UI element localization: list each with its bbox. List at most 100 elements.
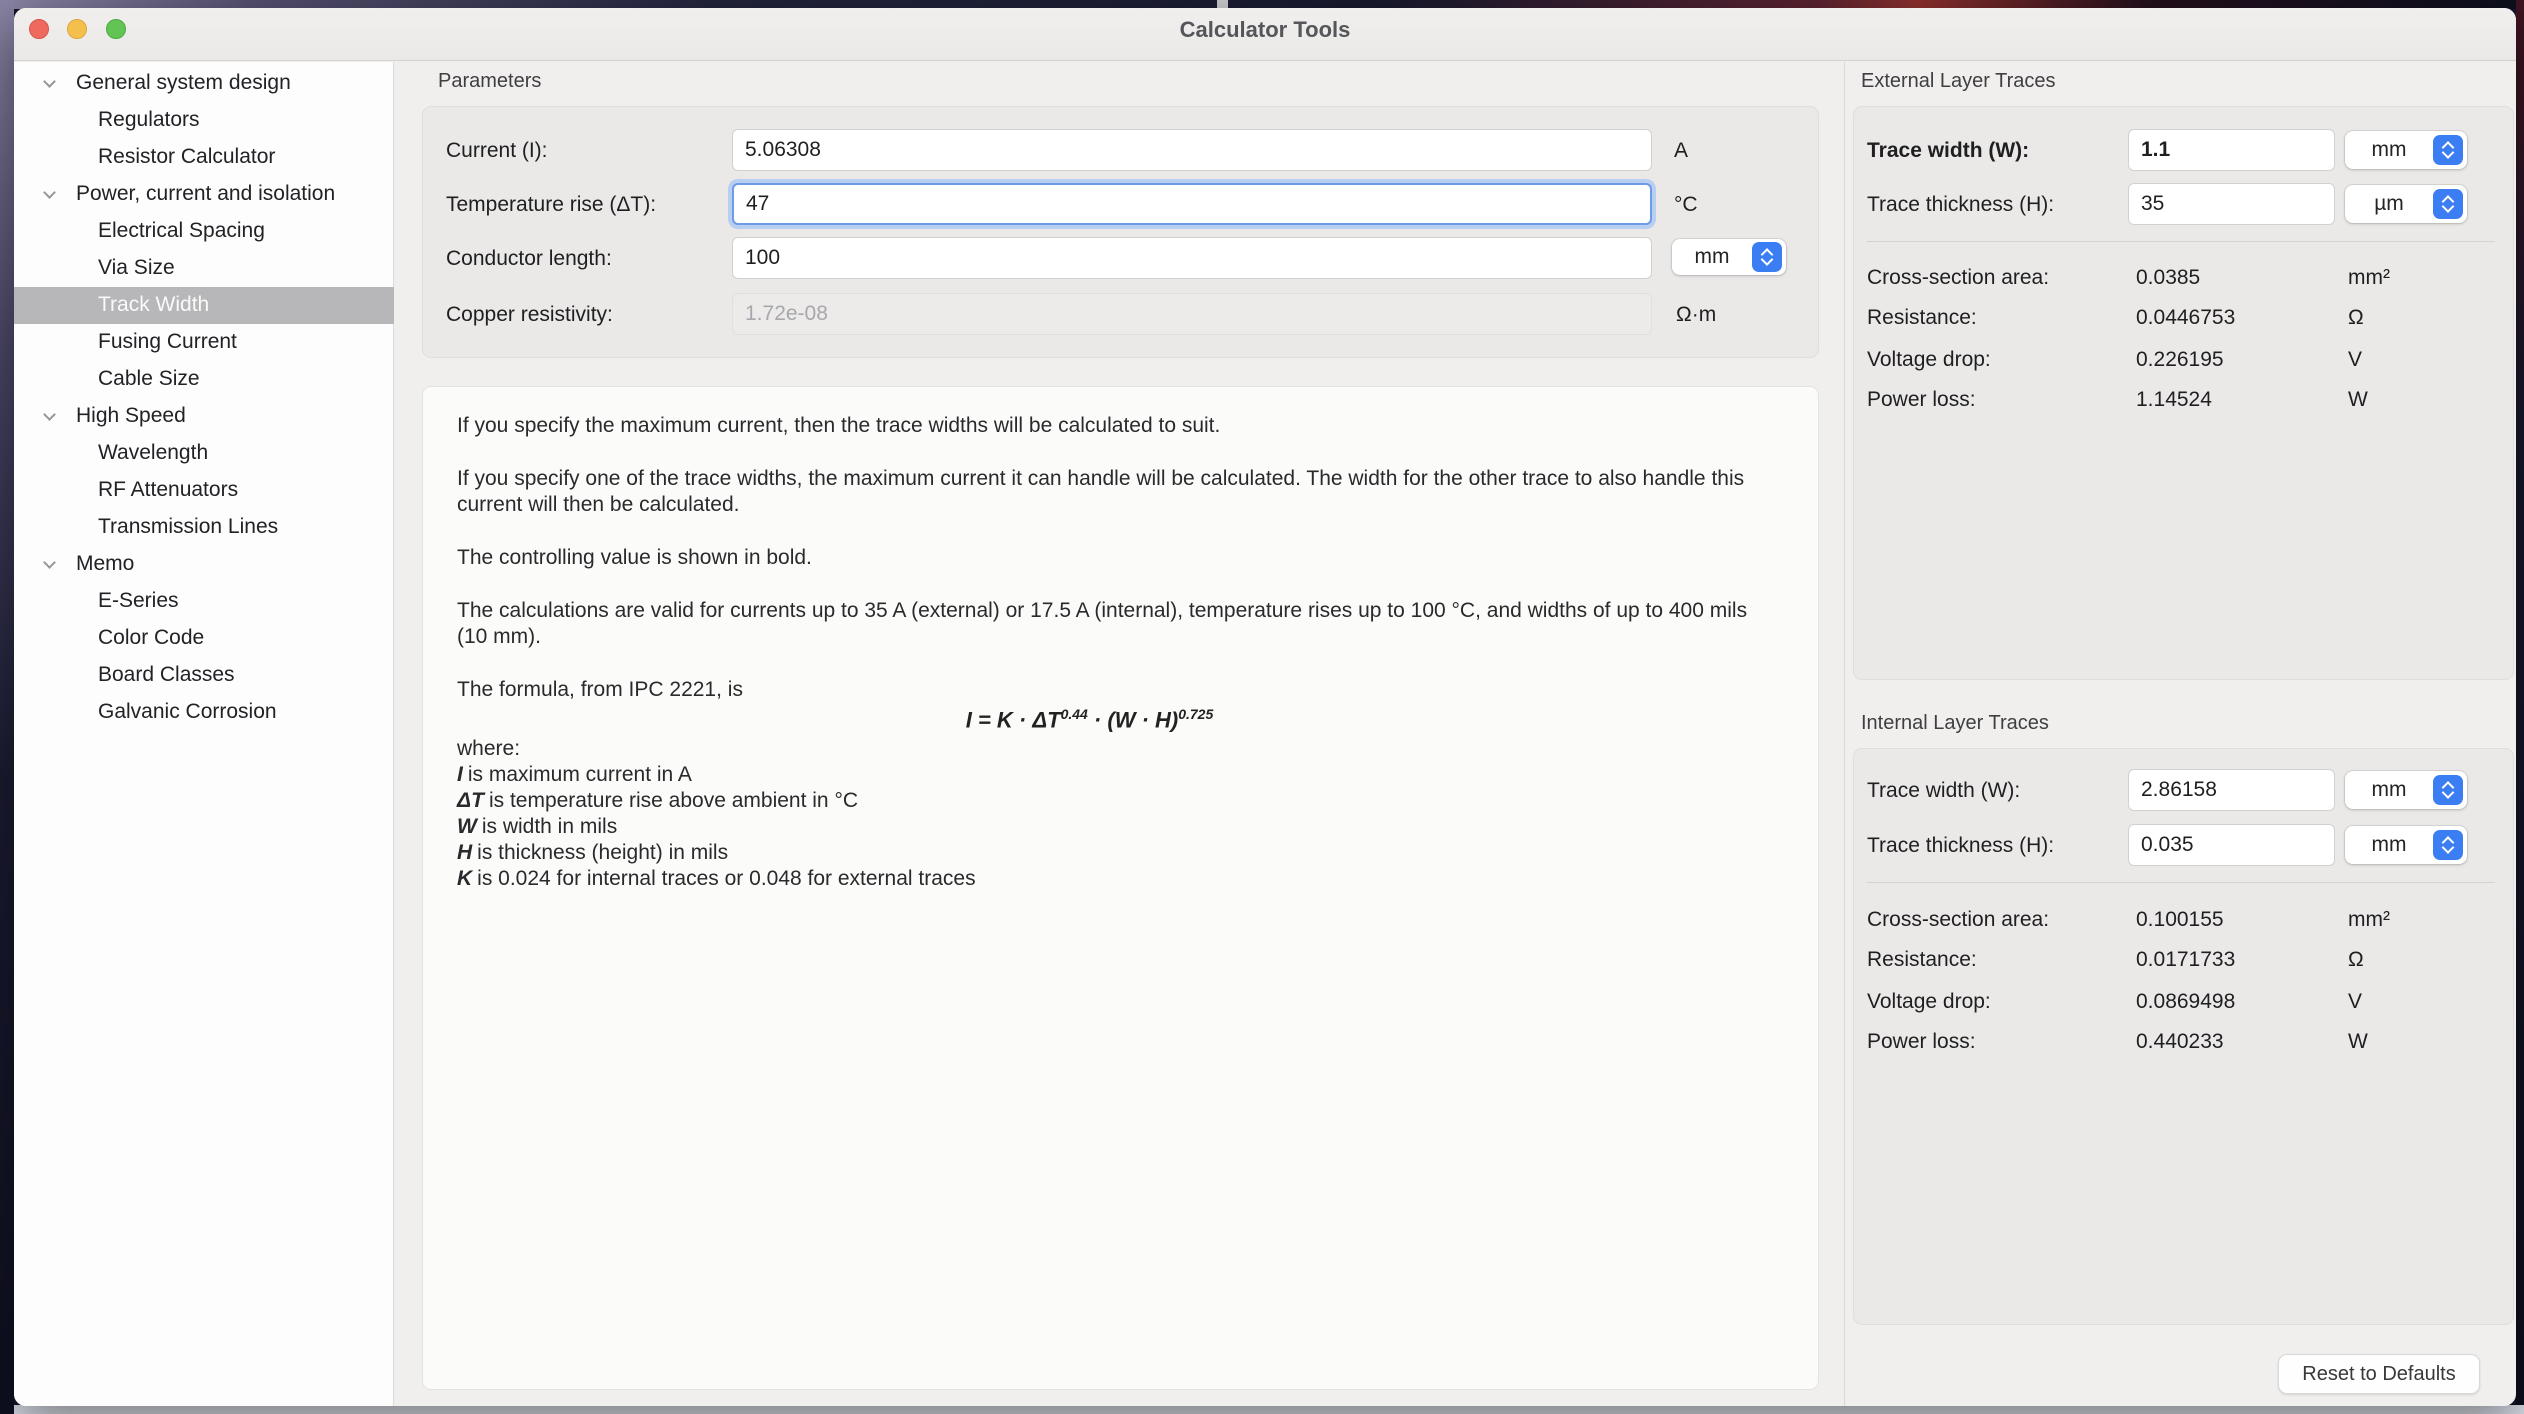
chevron-down-icon[interactable]: [43, 75, 56, 88]
external-trace-thickness-label: Trace thickness (H):: [1867, 193, 2054, 217]
conductor-length-input[interactable]: [732, 237, 1652, 279]
sidebar-item-color-code[interactable]: Color Code: [14, 620, 394, 657]
where-term-i: Iis maximum current in A: [457, 762, 1782, 788]
external-power-loss-label: Power loss:: [1867, 388, 1976, 412]
internal-trace-width-unit-select[interactable]: mm: [2345, 771, 2467, 809]
chevron-down-icon[interactable]: [43, 556, 56, 569]
where-term-h: His thickness (height) in mils: [457, 840, 1782, 866]
help-paragraph: The controlling value is shown in bold.: [457, 545, 1782, 571]
external-resistance-value: 0.0446753: [2136, 306, 2235, 330]
external-cross-section-value: 0.0385: [2136, 266, 2200, 290]
external-trace-width-input[interactable]: [2128, 129, 2335, 171]
formula-intro: The formula, from IPC 2221, is: [457, 677, 1782, 703]
divider: [1867, 882, 2495, 883]
sidebar-item-galvanic-corrosion[interactable]: Galvanic Corrosion: [14, 694, 394, 731]
internal-voltage-drop-value: 0.0869498: [2136, 990, 2235, 1014]
internal-cross-section-label: Cross-section area:: [1867, 908, 2049, 932]
temperature-rise-input[interactable]: [732, 183, 1652, 225]
help-paragraph: If you specify the maximum current, then…: [457, 413, 1782, 439]
external-cross-section-label: Cross-section area:: [1867, 266, 2049, 290]
desktop-background-right: [2516, 0, 2524, 1414]
external-voltage-drop-value: 0.226195: [2136, 348, 2224, 372]
external-trace-thickness-input[interactable]: [2128, 183, 2335, 225]
external-voltage-drop-label: Voltage drop:: [1867, 348, 1991, 372]
help-paragraph: If you specify one of the trace widths, …: [457, 466, 1782, 518]
where-label: where:: [457, 736, 1782, 762]
internal-power-loss-value: 0.440233: [2136, 1030, 2224, 1054]
divider: [1867, 241, 2495, 242]
stepper-icon[interactable]: [2433, 830, 2463, 860]
internal-power-loss-unit: W: [2348, 1030, 2368, 1054]
window-title: Calculator Tools: [14, 17, 2516, 43]
external-power-loss-unit: W: [2348, 388, 2368, 412]
copper-resistivity-unit: Ω·m: [1676, 303, 1716, 327]
calculator-tools-window: Calculator Tools General system design R…: [14, 8, 2516, 1406]
sidebar-item-wavelength[interactable]: Wavelength: [14, 435, 394, 472]
internal-trace-thickness-unit-select[interactable]: mm: [2345, 826, 2467, 864]
titlebar: Calculator Tools: [14, 8, 2516, 61]
internal-voltage-drop-unit: V: [2348, 990, 2362, 1014]
internal-voltage-drop-label: Voltage drop:: [1867, 990, 1991, 1014]
reset-to-defaults-button[interactable]: Reset to Defaults: [2278, 1354, 2480, 1394]
internal-trace-thickness-input[interactable]: [2128, 824, 2335, 866]
external-trace-width-label: Trace width (W):: [1867, 139, 2029, 163]
internal-trace-width-label: Trace width (W):: [1867, 779, 2020, 803]
sidebar-item-cable-size[interactable]: Cable Size: [14, 361, 394, 398]
current-label: Current (I):: [446, 139, 548, 163]
sidebar-item-regulators[interactable]: Regulators: [14, 102, 394, 139]
stepper-icon[interactable]: [2433, 135, 2463, 165]
external-trace-thickness-unit-select[interactable]: µm: [2345, 185, 2467, 223]
internal-cross-section-unit: mm²: [2348, 908, 2390, 932]
desktop-background-left: [0, 0, 14, 1414]
internal-section-title: Internal Layer Traces: [1861, 712, 2049, 735]
calculator-tree: General system design Regulators Resisto…: [14, 62, 394, 1406]
sidebar-item-memo[interactable]: Memo: [14, 546, 394, 583]
sidebar-item-e-series[interactable]: E-Series: [14, 583, 394, 620]
copper-resistivity-input: [732, 293, 1652, 335]
sidebar-item-via-size[interactable]: Via Size: [14, 250, 394, 287]
external-trace-width-unit-select[interactable]: mm: [2345, 131, 2467, 169]
temperature-rise-unit: °C: [1674, 193, 1698, 217]
stepper-icon[interactable]: [2433, 775, 2463, 805]
internal-cross-section-value: 0.100155: [2136, 908, 2224, 932]
where-term-k: Kis 0.024 for internal traces or 0.048 f…: [457, 866, 1782, 892]
sidebar-item-resistor-calculator[interactable]: Resistor Calculator: [14, 139, 394, 176]
sidebar-item-power-current-isolation[interactable]: Power, current and isolation: [14, 176, 394, 213]
internal-resistance-value: 0.0171733: [2136, 948, 2235, 972]
panel-divider: [1844, 62, 1845, 1406]
where-term-w: Wis width in mils: [457, 814, 1782, 840]
sidebar-item-high-speed[interactable]: High Speed: [14, 398, 394, 435]
chevron-down-icon[interactable]: [43, 186, 56, 199]
sidebar-item-board-classes[interactable]: Board Classes: [14, 657, 394, 694]
external-voltage-drop-unit: V: [2348, 348, 2362, 372]
desktop-background-bottom: [14, 1405, 2524, 1414]
sidebar-item-track-width[interactable]: Track Width: [14, 287, 394, 324]
help-paragraph: The calculations are valid for currents …: [457, 598, 1782, 650]
internal-trace-width-input[interactable]: [2128, 769, 2335, 811]
external-resistance-label: Resistance:: [1867, 306, 1977, 330]
chevron-down-icon[interactable]: [43, 408, 56, 421]
current-unit: A: [1674, 139, 1688, 163]
ipc2221-formula: I = K · ΔT0.44 · (W · H)0.725: [457, 706, 1722, 733]
stepper-icon[interactable]: [1752, 242, 1782, 272]
external-resistance-unit: Ω: [2348, 306, 2364, 330]
external-section-title: External Layer Traces: [1861, 70, 2056, 93]
where-term-dt: ΔTis temperature rise above ambient in °…: [457, 788, 1782, 814]
sidebar-item-fusing-current[interactable]: Fusing Current: [14, 324, 394, 361]
conductor-length-unit-select[interactable]: mm: [1672, 239, 1786, 275]
copper-resistivity-label: Copper resistivity:: [446, 303, 613, 327]
current-input[interactable]: [732, 129, 1652, 171]
parameters-section-title: Parameters: [438, 70, 541, 93]
internal-resistance-unit: Ω: [2348, 948, 2364, 972]
sidebar-item-general-system-design[interactable]: General system design: [14, 65, 394, 102]
external-cross-section-unit: mm²: [2348, 266, 2390, 290]
sidebar-item-transmission-lines[interactable]: Transmission Lines: [14, 509, 394, 546]
sidebar-item-rf-attenuators[interactable]: RF Attenuators: [14, 472, 394, 509]
sidebar-item-electrical-spacing[interactable]: Electrical Spacing: [14, 213, 394, 250]
stepper-icon[interactable]: [2433, 189, 2463, 219]
internal-resistance-label: Resistance:: [1867, 948, 1977, 972]
help-text-panel: If you specify the maximum current, then…: [422, 386, 1819, 1390]
internal-power-loss-label: Power loss:: [1867, 1030, 1976, 1054]
internal-trace-thickness-label: Trace thickness (H):: [1867, 834, 2054, 858]
temperature-rise-label: Temperature rise (ΔT):: [446, 193, 656, 217]
